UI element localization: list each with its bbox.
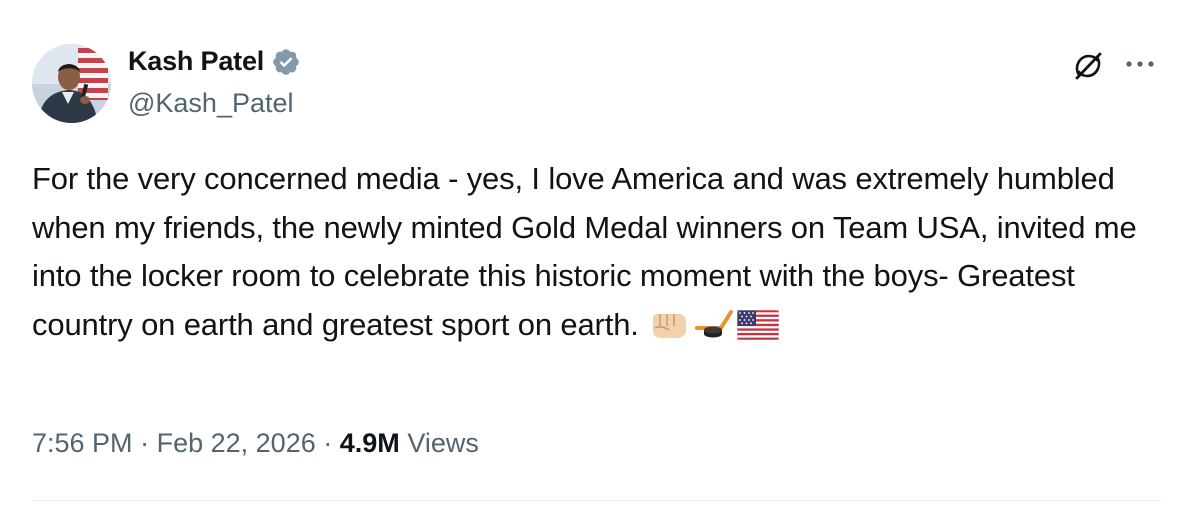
author-display-name[interactable]: Kash Patel: [128, 46, 264, 77]
hockey-emoji-icon: [691, 306, 735, 355]
us-flag-emoji-icon: [736, 306, 780, 355]
views-count: 4.9M: [339, 428, 400, 458]
tweet-card: Kash Patel @Kash_Patel For the very conc…: [0, 0, 1192, 506]
more-options-icon[interactable]: [1120, 46, 1160, 82]
verified-badge-icon: [271, 47, 301, 77]
tweet-time[interactable]: 7:56 PM: [32, 428, 133, 458]
author-avatar[interactable]: [32, 44, 111, 123]
fist-emoji-icon: [649, 306, 689, 355]
author-name-row: Kash Patel: [128, 46, 301, 77]
views-link[interactable]: 4.9M Views: [340, 428, 479, 458]
tweet-text: For the very concerned media - yes, I lo…: [32, 161, 1137, 342]
meta-separator: ·: [323, 428, 333, 458]
grok-icon[interactable]: [1068, 46, 1108, 86]
views-label: Views: [407, 428, 479, 458]
author-handle[interactable]: @Kash_Patel: [128, 88, 294, 119]
meta-separator: ·: [140, 428, 150, 458]
divider: [32, 500, 1162, 501]
tweet-date[interactable]: Feb 22, 2026: [157, 428, 316, 458]
avatar-photo-icon: [32, 44, 111, 123]
tweet-body: For the very concerned media - yes, I lo…: [32, 155, 1162, 354]
tweet-metadata: 7:56 PM · Feb 22, 2026 · 4.9M Views: [32, 428, 479, 459]
